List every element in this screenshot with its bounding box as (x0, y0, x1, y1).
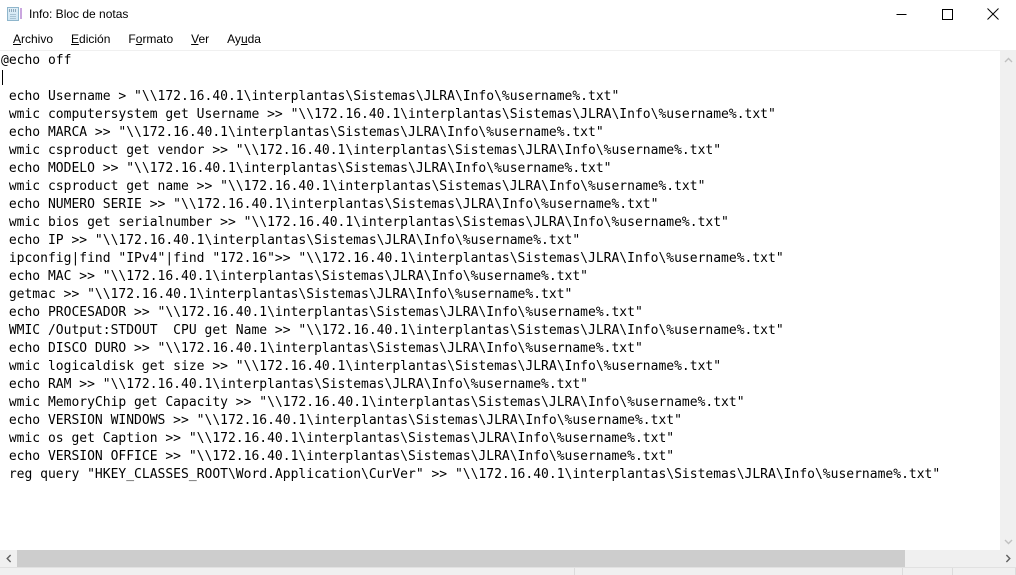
notepad-icon (6, 6, 22, 22)
minimize-icon (896, 13, 906, 15)
maximize-icon (941, 8, 953, 20)
editor-line: getmac >> "\\172.16.40.1\interplantas\Si… (1, 287, 573, 302)
chevron-up-icon (1004, 57, 1012, 62)
status-cell-1 (0, 568, 575, 575)
editor-line: wmic csproduct get vendor >> "\\172.16.4… (1, 143, 722, 158)
editor-line: echo MAC >> "\\172.16.40.1\interplantas\… (1, 269, 588, 284)
minimize-button[interactable] (878, 0, 924, 28)
close-button[interactable] (970, 0, 1016, 28)
status-bar (0, 567, 1016, 575)
editor-line (1, 70, 999, 88)
editor-line: wmic os get Caption >> "\\172.16.40.1\in… (1, 431, 675, 446)
text-caret (2, 70, 3, 85)
editor-line: echo VERSION OFFICE >> "\\172.16.40.1\in… (1, 449, 675, 464)
editor-line: @echo off (1, 53, 72, 68)
editor-line: echo Username > "\\172.16.40.1\interplan… (1, 89, 620, 104)
editor-line: reg query "HKEY_CLASSES_ROOT\Word.Applic… (1, 467, 941, 482)
vertical-scrollbar[interactable] (999, 51, 1016, 550)
editor-line: echo MARCA >> "\\172.16.40.1\interplanta… (1, 125, 604, 140)
scroll-down-button[interactable] (1000, 533, 1016, 550)
editor-line: echo PROCESADOR >> "\\172.16.40.1\interp… (1, 305, 643, 320)
status-cell-3 (903, 568, 953, 575)
editor-line: wmic MemoryChip get Capacity >> "\\172.1… (1, 395, 745, 410)
editor-line: echo NUMERO SERIE >> "\\172.16.40.1\inte… (1, 197, 659, 212)
editor-line: echo IP >> "\\172.16.40.1\interplantas\S… (1, 233, 581, 248)
chevron-left-icon (5, 554, 11, 563)
chevron-down-icon (1004, 539, 1012, 544)
editor-line: wmic logicaldisk get size >> "\\172.16.4… (1, 359, 722, 374)
maximize-button[interactable] (924, 0, 970, 28)
vertical-scroll-track[interactable] (1000, 68, 1016, 533)
scroll-left-button[interactable] (0, 550, 17, 567)
status-cell-2 (575, 568, 903, 575)
horizontal-scroll-thumb[interactable] (17, 550, 905, 567)
window-title: Info: Bloc de notas (29, 7, 129, 21)
close-icon (987, 8, 999, 20)
horizontal-scroll-track[interactable] (17, 550, 999, 567)
window-controls (878, 0, 1016, 28)
scroll-right-button[interactable] (999, 550, 1016, 567)
editor-line: wmic bios get serialnumber >> "\\172.16.… (1, 215, 729, 230)
editor-line: wmic csproduct get name >> "\\172.16.40.… (1, 179, 706, 194)
editor-line: echo VERSION WINDOWS >> "\\172.16.40.1\i… (1, 413, 682, 428)
editor-line: echo RAM >> "\\172.16.40.1\interplantas\… (1, 377, 588, 392)
menu-item-edicin[interactable]: Edición (62, 29, 119, 49)
editor-content: @echo off echo Username > "\\172.16.40.1… (0, 52, 999, 484)
editor-line: echo DISCO DURO >> "\\172.16.40.1\interp… (1, 341, 643, 356)
status-cell-4 (953, 568, 1016, 575)
editor-line: echo MODELO >> "\\172.16.40.1\interplant… (1, 161, 612, 176)
editor-line: WMIC /Output:STDOUT CPU get Name >> "\\1… (1, 323, 784, 338)
text-editor[interactable]: @echo off echo Username > "\\172.16.40.1… (0, 51, 999, 550)
editor-line: wmic computersystem get Username >> "\\1… (1, 107, 776, 122)
chevron-right-icon (1005, 554, 1011, 563)
menu-item-archivo[interactable]: Archivo (4, 29, 62, 49)
menu-item-ayuda[interactable]: Ayuda (218, 29, 270, 49)
notepad-window: Info: Bloc de notas Archivo Edición Format… (0, 0, 1016, 575)
scroll-up-button[interactable] (1000, 51, 1016, 68)
menu-item-ver[interactable]: Ver (182, 29, 218, 49)
menu-item-formato[interactable]: Formato (119, 29, 182, 49)
title-bar: Info: Bloc de notas (0, 0, 1016, 28)
editor-area: @echo off echo Username > "\\172.16.40.1… (0, 51, 1016, 550)
menu-bar: Archivo Edición Formato Ver Ayuda (0, 28, 1016, 51)
editor-line: ipconfig|find "IPv4"|find "172.16">> "\\… (1, 251, 784, 266)
horizontal-scrollbar[interactable] (0, 550, 1016, 567)
